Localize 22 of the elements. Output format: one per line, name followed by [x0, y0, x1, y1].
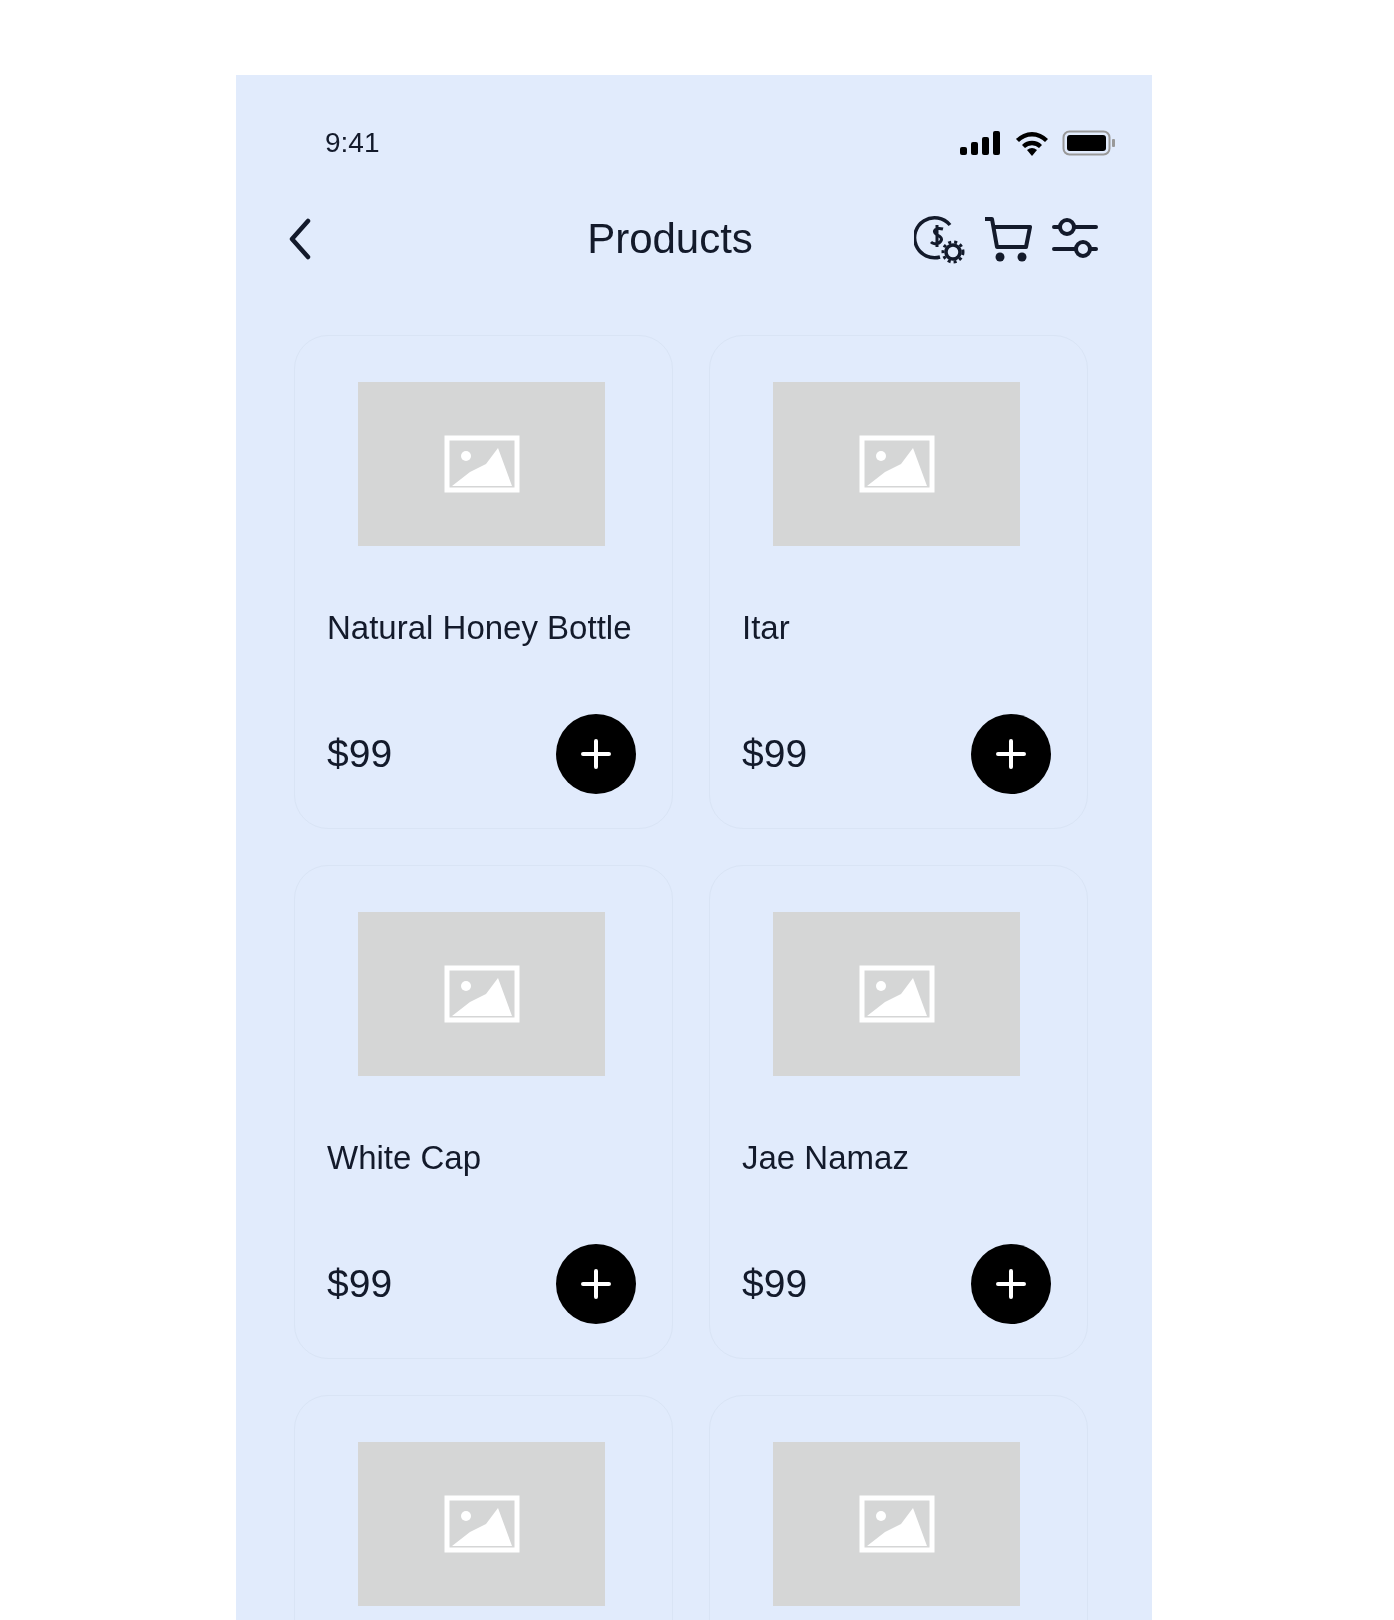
product-card[interactable]: Jae Namaz $99 [709, 865, 1088, 1359]
signal-icon [960, 131, 1002, 155]
plus-icon [580, 1268, 612, 1300]
product-price: $99 [742, 732, 808, 776]
product-price: $99 [327, 732, 393, 776]
product-card[interactable]: Itar $99 [709, 335, 1088, 829]
product-name: White Cap [327, 1138, 482, 1178]
battery-icon [1062, 130, 1116, 156]
status-time: 9:41 [325, 127, 380, 159]
product-name: Natural Honey Bottle [327, 608, 632, 648]
product-card[interactable]: White Cap $99 [294, 865, 673, 1359]
plus-icon [995, 1268, 1027, 1300]
product-card[interactable]: Natural Honey Bottle $99 [294, 335, 673, 829]
product-price: $99 [327, 1262, 393, 1306]
page-title: Products [586, 215, 754, 263]
product-name: Jae Namaz [742, 1138, 909, 1178]
plus-icon [995, 738, 1027, 770]
product-price: $99 [742, 1262, 808, 1306]
currency-settings-icon[interactable] [914, 213, 966, 265]
product-name: Itar [742, 608, 790, 648]
wifi-icon [1014, 130, 1050, 156]
plus-icon [580, 738, 612, 770]
